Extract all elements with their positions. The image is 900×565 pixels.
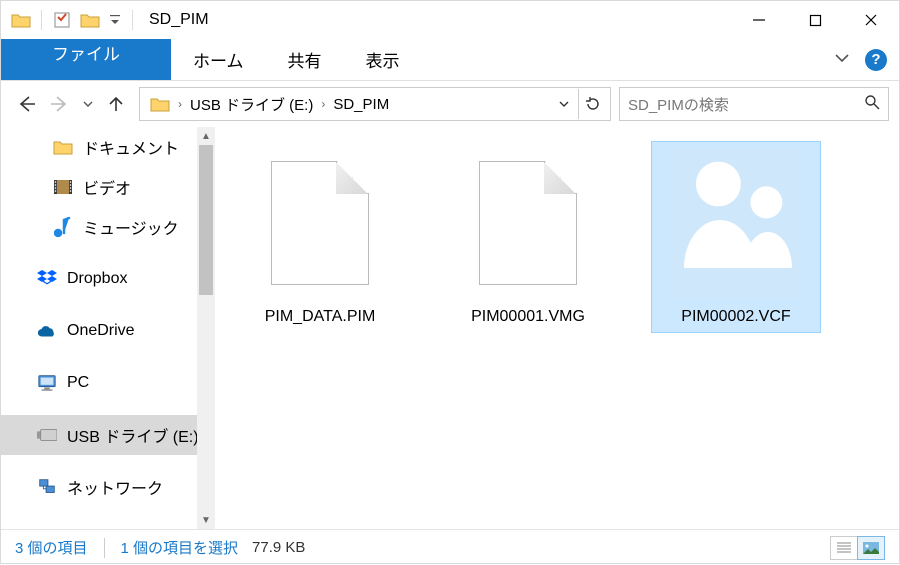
folder-icon [53,137,73,157]
titlebar: SD_PIM [1,1,899,39]
onedrive-icon [37,321,57,341]
close-button[interactable] [843,1,899,39]
file-item[interactable]: PIM00001.VMG [443,141,613,333]
tree-label: ミュージック [83,215,179,239]
up-button[interactable] [101,89,131,119]
breadcrumb-root-icon[interactable] [144,96,176,112]
tab-view[interactable]: 表示 [344,39,422,80]
tree-label: ビデオ [83,175,131,199]
tree-item-pc[interactable]: PC [1,363,215,403]
pc-icon [37,373,57,393]
file-name: PIM_DATA.PIM [265,308,376,326]
file-item[interactable]: PIM00002.VCF [651,141,821,333]
status-bar: 3 個の項目 1 個の項目を選択 77.9 KB [1,529,899,565]
refresh-button[interactable] [578,89,606,119]
breadcrumb-0[interactable]: USB ドライブ (E:) [184,94,319,115]
icons-view-button[interactable] [857,536,885,560]
music-icon [53,217,73,237]
tree-label: ネットワーク [67,475,163,499]
tree-label: ドキュメント [83,135,179,159]
tree-item-usb[interactable]: USB ドライブ (E:) [1,415,215,455]
maximize-button[interactable] [787,1,843,39]
back-button[interactable] [11,89,41,119]
tree-label: Dropbox [67,270,127,288]
recent-dropdown[interactable] [79,89,97,119]
tree-item-documents[interactable]: ドキュメント [1,127,215,167]
view-toggle [831,536,885,560]
status-divider [104,538,105,558]
body: ドキュメント ビデオ ミュージック Dropbox OneDrive PC US… [1,127,899,529]
scroll-down-icon[interactable]: ▼ [197,511,215,529]
generic-file-icon [256,148,384,298]
tree-item-dropbox[interactable]: Dropbox [1,259,215,299]
forward-button[interactable] [45,89,75,119]
scroll-thumb[interactable] [199,145,213,295]
video-icon [53,177,73,197]
scroll-up-icon[interactable]: ▲ [197,127,215,145]
qat-separator-2 [132,10,133,30]
tree-scrollbar[interactable]: ▲ ▼ [197,127,215,529]
tab-file[interactable]: ファイル [1,39,171,80]
ribbon-expand-icon[interactable] [833,49,851,71]
qat-folder2-icon[interactable] [80,10,100,30]
file-name: PIM00002.VCF [681,308,790,326]
status-size: 77.9 KB [252,539,305,556]
status-item-count: 3 個の項目 [15,537,88,558]
qat-separator [41,10,42,30]
dropbox-icon [37,269,57,289]
qat-properties-icon[interactable] [52,10,72,30]
tree-item-music[interactable]: ミュージック [1,207,215,247]
network-icon [37,477,57,497]
minimize-button[interactable] [731,1,787,39]
tree-label: USB ドライブ (E:) [67,423,199,447]
file-pane[interactable]: PIM_DATA.PIM PIM00001.VMG PIM00002.VCF [215,127,899,529]
chevron-right-icon[interactable]: › [178,97,182,111]
tree-item-videos[interactable]: ビデオ [1,167,215,207]
search-placeholder: SD_PIMの検索 [628,94,864,115]
status-selection-count: 1 個の項目を選択 [121,537,239,558]
tree-label: PC [67,374,89,392]
nav-tree: ドキュメント ビデオ ミュージック Dropbox OneDrive PC US… [1,127,215,529]
file-item[interactable]: PIM_DATA.PIM [235,141,405,333]
address-bar[interactable]: › USB ドライブ (E:) › SD_PIM [139,87,611,121]
file-name: PIM00001.VMG [471,308,585,326]
help-button[interactable]: ? [865,49,887,71]
ribbon-tabs: ファイル ホーム 共有 表示 ? [1,39,899,81]
chevron-right-icon[interactable]: › [321,97,325,111]
tree-item-network[interactable]: ネットワーク [1,467,215,507]
address-dropdown[interactable] [550,89,578,119]
tab-home[interactable]: ホーム [171,39,266,80]
nav-row: › USB ドライブ (E:) › SD_PIM SD_PIMの検索 [1,81,899,127]
usb-drive-icon [37,425,57,445]
tab-share[interactable]: 共有 [266,39,344,80]
search-icon[interactable] [864,94,880,114]
window-title: SD_PIM [149,11,209,29]
qat-folder-icon [11,10,31,30]
details-view-button[interactable] [830,536,858,560]
qat-dropdown-icon[interactable] [108,10,122,30]
generic-file-icon [464,148,592,298]
breadcrumb-1[interactable]: SD_PIM [327,96,395,113]
search-input[interactable]: SD_PIMの検索 [619,87,889,121]
tree-item-onedrive[interactable]: OneDrive [1,311,215,351]
tree-label: OneDrive [67,322,135,340]
contacts-file-icon [672,148,800,298]
